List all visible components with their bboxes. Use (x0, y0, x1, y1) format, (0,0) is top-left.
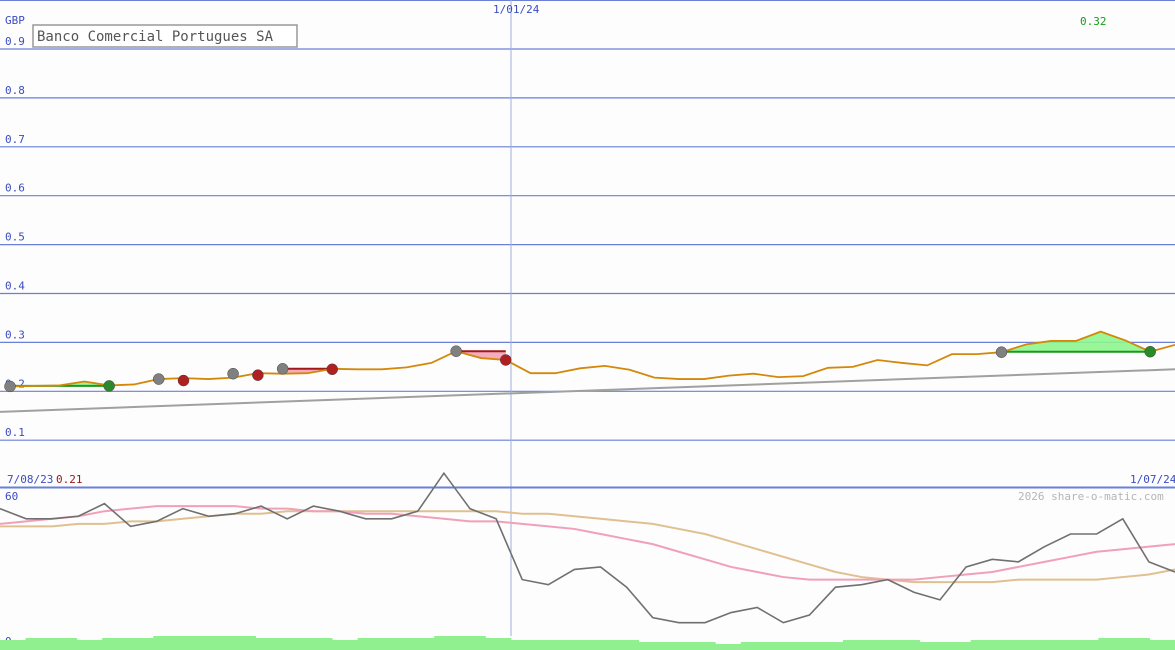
credit-label: 2026 share-o-matic.com (1018, 490, 1164, 503)
volume-bar (945, 642, 972, 650)
signal-marker-red (499, 354, 512, 366)
volume-bar (1072, 640, 1099, 650)
volume-bar (791, 642, 818, 650)
low-value-label: 0.21 (56, 473, 83, 486)
volume-bar (510, 640, 537, 650)
volume-bar (408, 638, 435, 650)
signal-marker-gray (152, 373, 165, 385)
volume-bar (587, 640, 614, 650)
signal-marker-gray (227, 367, 239, 380)
volume-bar (153, 636, 180, 650)
tick-label-0.4: 0.4 (5, 280, 25, 293)
volume-bar (1123, 638, 1150, 650)
currency-label: GBP (5, 14, 25, 27)
signal-marker-red (177, 374, 190, 387)
top-right-value-label: 0.32 (1080, 15, 1107, 28)
signal-marker-green (103, 380, 115, 392)
mid-date-label: 1/01/24 (493, 3, 540, 16)
volume-bar (76, 640, 103, 650)
volume-bar (51, 638, 78, 650)
volume-bar (689, 642, 716, 650)
volume-bar (817, 642, 844, 650)
volume-bar (383, 638, 410, 650)
volume-bar (613, 640, 640, 650)
volume-bar (740, 642, 767, 650)
tick-label-0.6: 0.6 (5, 182, 25, 195)
volume-bar (25, 638, 52, 650)
start-date-label: 7/08/23 (7, 473, 53, 486)
volume-bar (459, 636, 486, 650)
tick-label-0.1: 0.1 (5, 426, 25, 439)
tick-label-0.9: 0.9 (5, 35, 25, 48)
volume-bar (434, 636, 461, 650)
volume-bar (766, 642, 793, 650)
signal-marker-green (1144, 345, 1156, 358)
chart-canvas: 0.90.80.70.60.50.40.30.20.1 GBP Banco Co… (0, 0, 1175, 650)
volume-bar (561, 640, 588, 650)
volume-bar (229, 636, 256, 650)
volume-bar (996, 640, 1023, 650)
volume-bar (485, 638, 512, 650)
volume-bar (715, 644, 742, 650)
oscillator-top-label: 60 (5, 490, 18, 503)
volume-bar (255, 638, 282, 650)
signal-marker-gray (995, 346, 1008, 358)
tick-label-0.8: 0.8 (5, 84, 25, 97)
chart-title: Banco Comercial Portugues SA (37, 29, 274, 45)
signal-marker-gray (276, 363, 289, 375)
volume-bar (127, 638, 154, 650)
signal-marker-red (252, 369, 264, 381)
volume-bar (842, 640, 869, 650)
volume-bar (664, 642, 691, 650)
volume-bar (0, 640, 27, 650)
price-tick-labels: 0.90.80.70.60.50.40.30.20.1 (5, 35, 25, 439)
volume-bar (332, 640, 359, 650)
volume-bar (357, 638, 384, 650)
share-chart: 0.90.80.70.60.50.40.30.20.1 GBP Banco Co… (0, 0, 1175, 650)
volume-bar (306, 638, 333, 650)
volume-bar (638, 642, 665, 650)
volume-bar (178, 636, 205, 650)
volume-bar (919, 642, 946, 650)
signal-marker-gray (4, 380, 16, 393)
signal-marker-gray (450, 345, 462, 357)
volume-bar (204, 636, 231, 650)
tick-label-0.3: 0.3 (5, 328, 25, 341)
volume-bar (868, 640, 895, 650)
volume-bar (1149, 640, 1175, 650)
volume-bar (894, 640, 921, 650)
volume-bar (280, 638, 308, 650)
volume-bar (102, 638, 129, 650)
tick-label-0.5: 0.5 (5, 231, 25, 244)
volume-bar (1047, 640, 1074, 650)
volume-bar (1098, 638, 1125, 650)
volume-bar (970, 640, 997, 650)
tick-label-0.7: 0.7 (5, 133, 25, 146)
volume-bar (536, 640, 563, 650)
volume-bar (1021, 640, 1048, 650)
end-date-label: 1/07/24 (1130, 473, 1175, 486)
signal-marker-red (326, 363, 338, 376)
